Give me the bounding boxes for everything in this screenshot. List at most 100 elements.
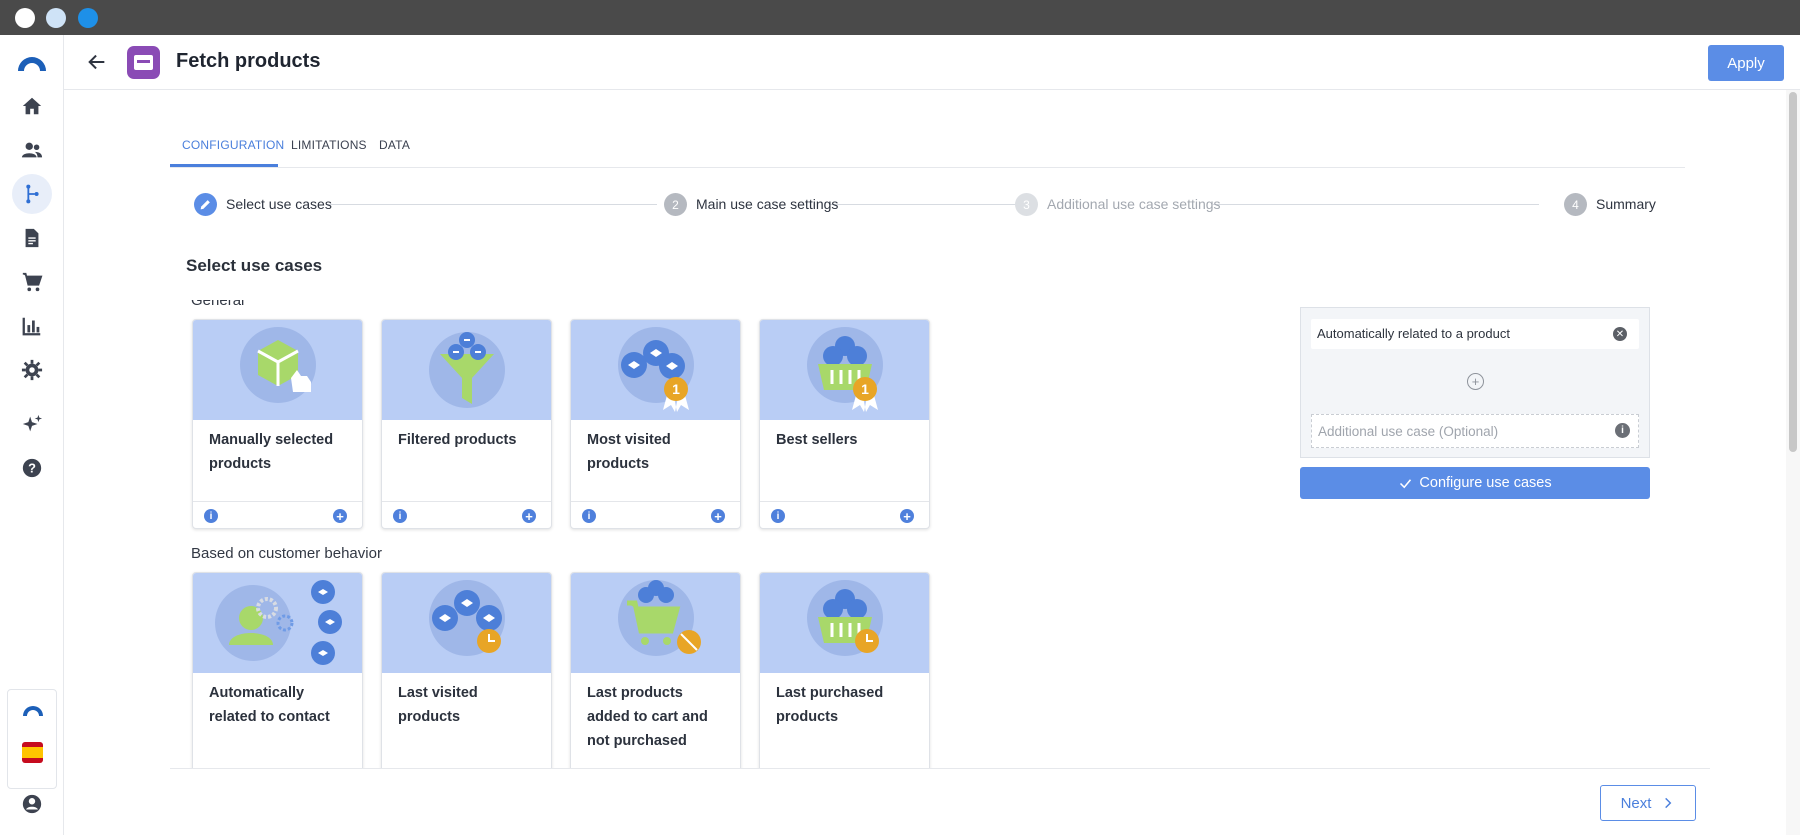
card-title: Last products added to cart and not purc…	[587, 685, 708, 749]
window-minimize-button[interactable]	[46, 8, 66, 28]
add-icon[interactable]: +	[900, 509, 914, 524]
last-purchased-icon	[760, 573, 929, 673]
page-title: Fetch products	[176, 50, 321, 72]
last-visited-icon	[382, 573, 551, 673]
brand-box	[7, 689, 57, 789]
tab-configuration[interactable]: CONFIGURATION	[182, 138, 284, 152]
account-icon[interactable]	[12, 784, 52, 824]
apply-button[interactable]: Apply	[1708, 45, 1784, 81]
abandoned-cart-icon	[571, 573, 740, 673]
back-arrow-icon[interactable]	[84, 49, 110, 75]
check-icon	[1400, 478, 1412, 488]
step-2-label[interactable]: Main use case settings	[696, 196, 838, 212]
add-icon[interactable]: +	[333, 509, 347, 524]
add-circle-icon[interactable]: +	[1467, 373, 1484, 390]
home-icon[interactable]	[12, 86, 52, 126]
people-icon[interactable]	[12, 130, 52, 170]
use-case-card-manual[interactable]: Manually selected products i +	[192, 319, 363, 529]
chevron-right-icon	[1665, 797, 1672, 809]
use-case-card-abandoned-cart[interactable]: Last products added to cart and not purc…	[570, 572, 741, 768]
svg-text:1: 1	[672, 381, 680, 397]
help-icon[interactable]: ?	[12, 448, 52, 488]
funnel-icon	[382, 320, 551, 420]
group-label-customer-behavior: Based on customer behavior	[191, 545, 382, 562]
info-icon[interactable]: i	[771, 509, 785, 523]
basket-award-icon: 1	[760, 320, 929, 420]
next-label: Next	[1620, 794, 1652, 812]
step-connector	[830, 204, 1015, 205]
vertical-scrollbar[interactable]	[1786, 90, 1800, 835]
most-visited-icon: 1	[571, 320, 740, 420]
info-icon[interactable]: i	[393, 509, 407, 523]
card-title: Last visited products	[398, 685, 478, 725]
info-icon[interactable]: i	[1615, 423, 1630, 438]
card-footer: i +	[193, 501, 362, 528]
group-label-general: General	[191, 300, 245, 309]
selected-use-cases-panel: Automatically related to a product ✕ + A…	[1300, 307, 1650, 458]
configure-use-cases-button[interactable]: Configure use cases	[1300, 467, 1650, 499]
scrollbar-thumb[interactable]	[1789, 92, 1797, 452]
remove-icon[interactable]: ✕	[1613, 327, 1627, 341]
additional-use-case-placeholder: Additional use case (Optional)	[1318, 424, 1499, 439]
connectif-logo-icon	[20, 704, 46, 723]
use-case-card-contact-related[interactable]: Automatically related to contact i +	[192, 572, 363, 768]
card-footer: i +	[571, 501, 740, 528]
cart-icon[interactable]	[12, 262, 52, 302]
document-icon[interactable]	[12, 218, 52, 258]
left-nav: ?	[0, 35, 64, 835]
card-title: Most visited products	[587, 432, 671, 472]
step-4-number[interactable]: 4	[1564, 193, 1587, 216]
tab-data[interactable]: DATA	[379, 138, 410, 152]
stepper: Select use cases 2 Main use case setting…	[190, 190, 1660, 218]
use-case-card-last-purchased[interactable]: Last purchased products i +	[759, 572, 930, 768]
step-3-number: 3	[1015, 193, 1038, 216]
card-title: Automatically related to contact	[209, 685, 330, 725]
next-button[interactable]: Next	[1600, 785, 1696, 821]
card-footer: i +	[760, 501, 929, 528]
logo-icon[interactable]	[12, 43, 52, 83]
info-icon[interactable]: i	[204, 509, 218, 523]
use-case-card-best-sellers[interactable]: 1 Best sellers i +	[759, 319, 930, 529]
page-header: Fetch products Apply	[64, 35, 1800, 90]
step-2-number[interactable]: 2	[664, 193, 687, 216]
tab-limitations[interactable]: LIMITATIONS	[291, 138, 367, 152]
step-1-label[interactable]: Select use cases	[226, 196, 332, 212]
flow-icon[interactable]	[12, 174, 52, 214]
tab-bar: CONFIGURATION LIMITATIONS DATA	[170, 130, 1685, 168]
manual-box-icon	[193, 320, 362, 420]
window-maximize-button[interactable]	[78, 8, 98, 28]
svg-text:1: 1	[861, 381, 869, 397]
section-title: Select use cases	[186, 256, 323, 275]
chart-icon[interactable]	[12, 306, 52, 346]
svg-text:?: ?	[28, 461, 36, 476]
use-case-card-last-visited[interactable]: Last visited products i +	[381, 572, 552, 768]
selected-use-case-chip[interactable]: Automatically related to a product ✕	[1311, 319, 1639, 349]
configure-use-cases-label: Configure use cases	[1419, 475, 1552, 491]
card-title: Manually selected products	[209, 432, 334, 472]
add-icon[interactable]: +	[711, 509, 725, 524]
gear-icon[interactable]	[12, 350, 52, 390]
window-close-button[interactable]	[15, 8, 35, 28]
use-case-card-filtered[interactable]: Filtered products i +	[381, 319, 552, 529]
step-1-edit-icon[interactable]	[194, 193, 217, 216]
contact-related-icon	[193, 573, 362, 673]
fetch-products-icon	[127, 46, 160, 79]
window-titlebar	[0, 0, 1800, 35]
step-connector	[1213, 204, 1539, 205]
add-icon[interactable]: +	[522, 509, 536, 524]
use-case-card-most-visited[interactable]: 1 Most visited products i +	[570, 319, 741, 529]
spain-flag-icon[interactable]	[22, 742, 43, 763]
card-title: Last purchased products	[776, 685, 884, 725]
card-footer: i +	[382, 501, 551, 528]
step-connector	[327, 204, 657, 205]
footer-divider	[170, 768, 1710, 769]
additional-use-case-slot[interactable]: Additional use case (Optional) i	[1311, 414, 1639, 448]
card-title: Best sellers	[776, 432, 858, 448]
info-icon[interactable]: i	[582, 509, 596, 523]
step-4-label[interactable]: Summary	[1596, 196, 1656, 212]
selected-use-case-label: Automatically related to a product	[1317, 326, 1510, 341]
step-3-label: Additional use case settings	[1047, 196, 1221, 212]
active-tab-indicator	[170, 164, 278, 167]
sparkle-icon[interactable]	[12, 404, 52, 444]
card-title: Filtered products	[398, 432, 517, 448]
